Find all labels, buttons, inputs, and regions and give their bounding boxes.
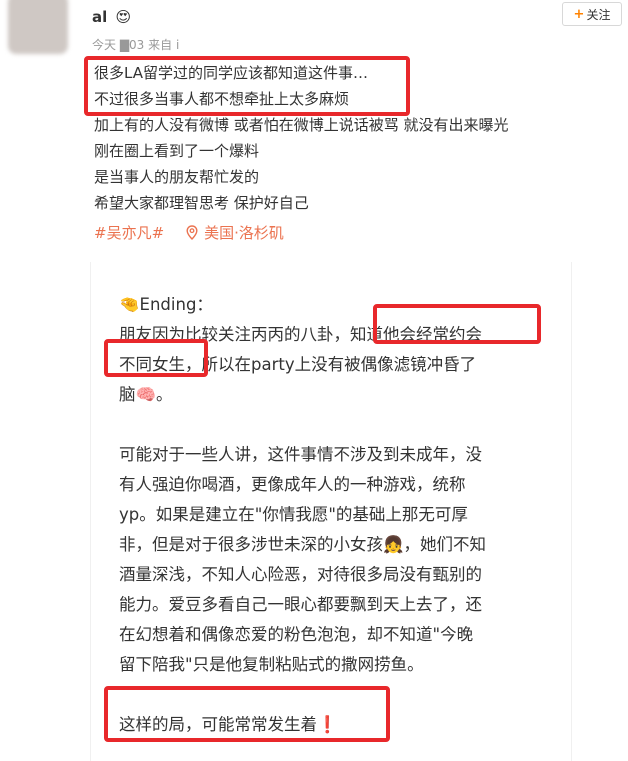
post-body: 很多LA留学过的同学应该都知道这件事… 不过很多当事人都不想牵扯上太多麻烦 加上… bbox=[94, 60, 624, 216]
post-line: 不过很多当事人都不想牵扯上太多麻烦 bbox=[94, 90, 350, 108]
location-label: 美国·洛杉矶 bbox=[204, 224, 284, 242]
location-link[interactable]: 美国·洛杉矶 bbox=[186, 222, 284, 243]
weibo-post: al 😍 + 关注 今天 ▇03 来自 i 很多LA留学过的同学应该都知道这件事… bbox=[0, 0, 628, 761]
follow-button[interactable]: + 关注 bbox=[562, 2, 622, 26]
image-line: 留下陪我"只是他复制粘贴式的撒网捞鱼。 bbox=[119, 655, 424, 674]
topic-tag-link[interactable]: #吴亦凡# bbox=[94, 222, 164, 243]
post-line: 加上有的人没有微博 或者怕在微博上说话被骂 就没有出来曝光 bbox=[94, 116, 509, 134]
image-line: 有人强迫你喝酒，更像成年人的一种游戏，统称 bbox=[119, 475, 466, 494]
image-line: yp。如果是建立在"你情我愿"的基础上那无可厚 bbox=[119, 505, 468, 524]
attached-screenshot-image[interactable]: 🤏Ending： 朋友因为比较关注丙丙的八卦，知道他会经常约会 不同女生，所以在… bbox=[90, 262, 572, 761]
plus-icon: + bbox=[573, 6, 585, 22]
follow-button-label: 关注 bbox=[586, 7, 611, 22]
image-text: 🤏Ending： 朋友因为比较关注丙丙的八卦，知道他会经常约会 不同女生，所以在… bbox=[119, 290, 559, 740]
avatar[interactable] bbox=[8, 0, 68, 54]
username[interactable]: al bbox=[92, 8, 107, 26]
post-line: 很多LA留学过的同学应该都知道这件事… bbox=[94, 64, 368, 82]
post-line: 希望大家都理智思考 保护好自己 bbox=[94, 194, 309, 212]
image-line: 非，但是对于很多涉世未深的小女孩👧，她们不知 bbox=[119, 535, 487, 554]
user-row: al 😍 bbox=[92, 4, 133, 30]
image-line: 酒量深浅，不知人心险恶，对待很多局没有甄别的 bbox=[119, 565, 482, 584]
image-line: 这样的局，可能常常发生着❗ bbox=[119, 715, 338, 734]
post-line: 刚在圈上看到了一个爆料 bbox=[94, 142, 260, 160]
image-line: 能力。爱豆多看自己一眼心都要飘到天上去了，还 bbox=[119, 595, 482, 614]
post-meta: 今天 ▇03 来自 i bbox=[92, 38, 180, 52]
image-line: 可能对于一些人讲，这件事情不涉及到未成年，没 bbox=[119, 445, 482, 464]
image-line: 在幻想着和偶像恋爱的粉色泡泡，却不知道"今晚 bbox=[119, 625, 474, 644]
image-line: 🤏Ending： bbox=[119, 295, 213, 314]
image-line: 不同女生，所以在party上没有被偶像滤镜冲昏了 bbox=[119, 355, 477, 374]
image-line: 脑🧠。 bbox=[119, 385, 173, 404]
starstruck-emoji-icon: 😍 bbox=[115, 8, 132, 26]
post-tags: #吴亦凡# 美国·洛杉矶 bbox=[94, 222, 284, 243]
location-pin-icon bbox=[186, 225, 198, 240]
image-line: 朋友因为比较关注丙丙的八卦，知道他会经常约会 bbox=[119, 325, 482, 344]
post-line: 是当事人的朋友帮忙发的 bbox=[94, 168, 260, 186]
